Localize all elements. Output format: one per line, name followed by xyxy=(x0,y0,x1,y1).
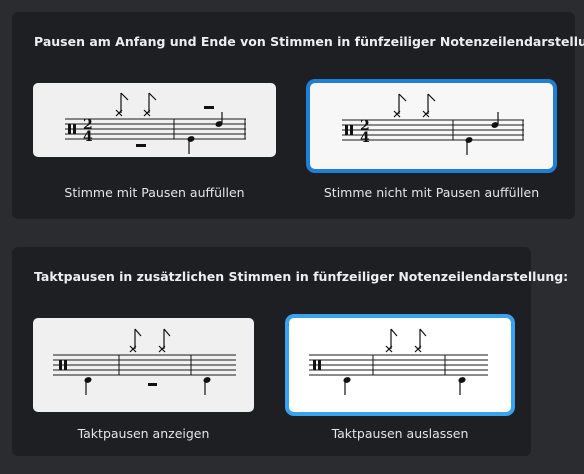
bar-rests-extra-voices-group: Taktpausen in zusätzlichen Stimmen in fü… xyxy=(12,247,568,456)
time-signature-bottom: 4 xyxy=(360,130,370,146)
option-show-bar-rests[interactable]: Taktpausen anzeigen xyxy=(33,318,254,448)
notation-preview-omit-bar-rests xyxy=(309,328,488,395)
notation-preview-card: 2 4 xyxy=(33,83,276,157)
group-title: Pausen am Anfang und Ende von Stimmen in… xyxy=(34,34,584,49)
option-caption: Stimme nicht mit Pausen auffüllen xyxy=(323,185,540,200)
notation-preview-card xyxy=(289,318,511,412)
notation-preview-card: 2 4 xyxy=(310,83,553,169)
notation-preview-show-bar-rests xyxy=(53,328,236,395)
option-no-fill-with-rests[interactable]: 2 4 Stimme nicht mit Pausen auffüllen xyxy=(310,83,553,213)
option-caption: Taktpausen auslassen xyxy=(331,426,469,441)
notation-preview-card xyxy=(33,318,254,412)
option-caption: Stimme mit Pausen auffüllen xyxy=(64,185,245,200)
option-caption: Taktpausen anzeigen xyxy=(77,426,210,441)
option-fill-with-rests[interactable]: 2 4 Stimme mit Pausen auffüllen xyxy=(33,83,276,213)
option-omit-bar-rests[interactable]: Taktpausen auslassen xyxy=(289,318,511,448)
notation-preview-fill-rests: 2 4 xyxy=(65,92,246,154)
group-title: Taktpausen in zusätzlichen Stimmen in fü… xyxy=(34,269,569,284)
rests-voices-start-end-group: Pausen am Anfang und Ende von Stimmen in… xyxy=(12,12,584,219)
notation-preview-no-fill-rests: 2 4 xyxy=(342,93,524,155)
time-signature-bottom: 4 xyxy=(83,129,93,145)
